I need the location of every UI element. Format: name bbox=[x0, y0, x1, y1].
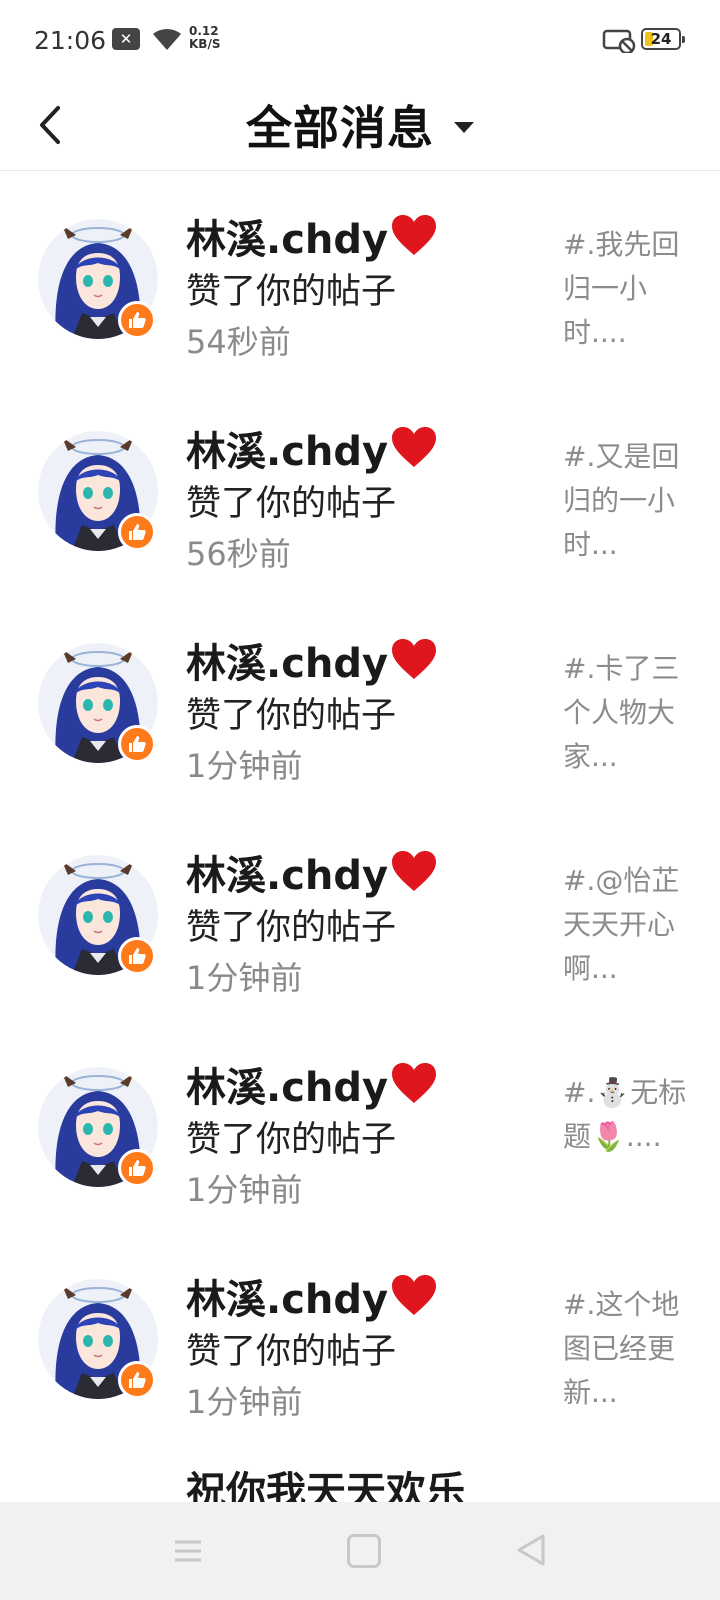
avatar[interactable] bbox=[38, 431, 158, 551]
post-preview[interactable]: #.又是回归的一小时... bbox=[563, 435, 703, 567]
battery-icon: 24 bbox=[641, 28, 685, 50]
user-name-row[interactable]: 林溪.chdy bbox=[186, 1055, 438, 1113]
notification-item[interactable]: 林溪.chdy 赞了你的帖子 56秒前 #.又是回归的一小时... bbox=[0, 383, 720, 595]
like-badge-icon bbox=[118, 725, 156, 763]
notification-time: 56秒前 bbox=[186, 535, 291, 573]
heart-icon bbox=[392, 639, 437, 679]
status-bar: 21:06 ✕ 0.12 KB/S 24 bbox=[0, 0, 720, 80]
notification-x-icon: ✕ bbox=[112, 28, 140, 50]
notification-item[interactable]: 林溪.chdy 赞了你的帖子 54秒前 #.我先回归一小时.... bbox=[0, 171, 720, 383]
battery-level: 24 bbox=[650, 30, 672, 48]
notification-item[interactable]: 林溪.chdy 赞了你的帖子 1分钟前 #.⛄无标题🌷.... bbox=[0, 1019, 720, 1231]
notification-item[interactable]: 林溪.chdy 赞了你的帖子 1分钟前 #.卡了三个人物大家... bbox=[0, 595, 720, 807]
notification-action: 赞了你的帖子 bbox=[186, 696, 397, 736]
notification-item[interactable]: 林溪.chdy 赞了你的帖子 1分钟前 #.这个地图已经更新... bbox=[0, 1231, 720, 1443]
user-name: 林溪.chdy bbox=[186, 429, 389, 475]
post-preview[interactable]: #.卡了三个人物大家... bbox=[563, 647, 703, 779]
user-name-row[interactable]: 林溪.chdy bbox=[186, 843, 438, 901]
notification-time: 1分钟前 bbox=[186, 1383, 303, 1421]
post-preview[interactable]: #.这个地图已经更新... bbox=[563, 1283, 703, 1415]
notification-action: 赞了你的帖子 bbox=[186, 1332, 397, 1372]
user-name: 祝你我天天欢乐 bbox=[186, 1469, 466, 1503]
notification-time: 54秒前 bbox=[186, 323, 291, 361]
user-name-row[interactable]: 林溪.chdy bbox=[186, 631, 438, 689]
heart-icon bbox=[392, 215, 437, 255]
user-name: 林溪.chdy bbox=[186, 1065, 389, 1111]
notification-action: 赞了你的帖子 bbox=[186, 272, 397, 312]
avatar[interactable] bbox=[38, 1067, 158, 1187]
network-speed: 0.12 KB/S bbox=[189, 25, 220, 51]
user-name-row[interactable]: 林溪.chdy bbox=[186, 1267, 438, 1325]
like-badge-icon bbox=[118, 301, 156, 339]
user-name: 林溪.chdy bbox=[186, 217, 389, 263]
header: 全部消息 bbox=[0, 80, 720, 171]
home-square-icon[interactable] bbox=[347, 1534, 381, 1568]
avatar[interactable] bbox=[38, 219, 158, 339]
back-triangle-icon[interactable] bbox=[515, 1532, 547, 1568]
notification-item[interactable]: 林溪.chdy 赞了你的帖子 1分钟前 #.@怡芷天天开心啊... bbox=[0, 807, 720, 1019]
notification-action: 赞了你的帖子 bbox=[186, 908, 397, 948]
like-badge-icon bbox=[118, 937, 156, 975]
notification-time: 1分钟前 bbox=[186, 1171, 303, 1209]
post-preview[interactable]: #.@怡芷天天开心啊... bbox=[563, 859, 703, 991]
notification-time: 1分钟前 bbox=[186, 959, 303, 997]
menu-icon[interactable] bbox=[173, 1536, 203, 1566]
notification-time: 1分钟前 bbox=[186, 747, 303, 785]
system-nav-bar bbox=[0, 1502, 720, 1600]
heart-icon bbox=[392, 1275, 437, 1315]
notification-action: 赞了你的帖子 bbox=[186, 484, 397, 524]
heart-icon bbox=[392, 1063, 437, 1103]
heart-icon bbox=[392, 851, 437, 891]
network-speed-unit: KB/S bbox=[189, 37, 221, 51]
heart-icon bbox=[392, 427, 437, 467]
like-badge-icon bbox=[118, 513, 156, 551]
post-preview[interactable]: #.我先回归一小时.... bbox=[563, 223, 703, 355]
post-preview[interactable]: #.⛄无标题🌷.... bbox=[563, 1071, 703, 1159]
wifi-icon bbox=[153, 28, 181, 50]
user-name: 林溪.chdy bbox=[186, 641, 389, 687]
notification-list: 林溪.chdy 赞了你的帖子 54秒前 #.我先回归一小时.... 林溪.chdy 赞了… bbox=[0, 171, 720, 1503]
user-name-row[interactable]: 林溪.chdy bbox=[186, 207, 438, 265]
page-title: 全部消息 bbox=[246, 101, 434, 155]
user-name: 林溪.chdy bbox=[186, 1277, 389, 1323]
caret-down-icon bbox=[454, 121, 474, 133]
cast-off-icon bbox=[602, 29, 636, 53]
like-badge-icon bbox=[118, 1149, 156, 1187]
avatar[interactable] bbox=[38, 643, 158, 763]
status-time: 21:06 bbox=[34, 26, 107, 55]
notification-action: 赞了你的帖子 bbox=[186, 1120, 397, 1160]
title-dropdown[interactable]: 全部消息 bbox=[0, 80, 720, 170]
like-badge-icon bbox=[118, 1361, 156, 1399]
user-name: 林溪.chdy bbox=[186, 853, 389, 899]
user-name-row[interactable]: 林溪.chdy bbox=[186, 419, 438, 477]
notification-item-partial[interactable]: 祝你我天天欢乐 bbox=[0, 1443, 720, 1503]
avatar[interactable] bbox=[38, 855, 158, 975]
avatar[interactable] bbox=[38, 1279, 158, 1399]
